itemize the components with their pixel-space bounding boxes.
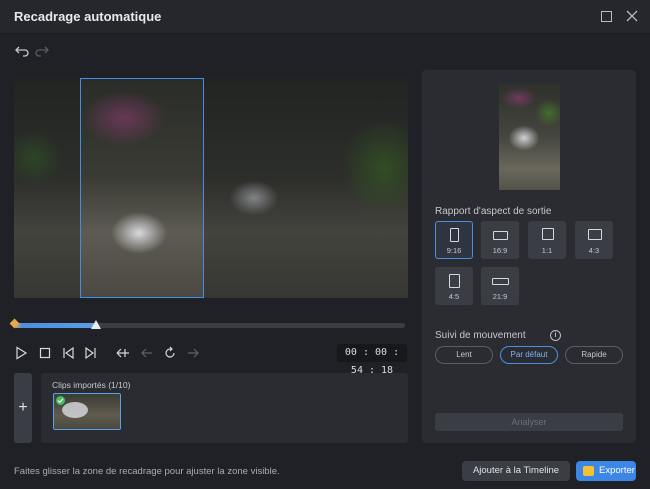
- undo-icon[interactable]: [14, 44, 30, 58]
- ratio-4-5-icon: [449, 274, 460, 288]
- check-icon: [56, 396, 65, 405]
- crop-zone[interactable]: [80, 78, 204, 298]
- next-frame-icon[interactable]: [84, 346, 98, 360]
- output-preview-thumbnail: [499, 83, 560, 190]
- ratio-4-5-button[interactable]: 4:5: [435, 267, 473, 305]
- ratio-21-9-icon: [492, 278, 509, 285]
- ratio-label: 21:9: [492, 292, 508, 301]
- aspect-ratio-label: Rapport d'aspect de sortie: [435, 206, 552, 217]
- stop-icon[interactable]: [38, 346, 52, 360]
- info-icon[interactable]: i: [550, 330, 561, 341]
- playhead-handle[interactable]: [91, 320, 102, 329]
- portrait-ratio-icon: [450, 228, 459, 242]
- ratio-16-9-button[interactable]: 16:9: [481, 221, 519, 259]
- ratio-4-3-button[interactable]: 4:3: [575, 221, 613, 259]
- window-title: Recadrage automatique: [14, 9, 162, 24]
- reset-keyframe-icon[interactable]: [163, 346, 177, 360]
- close-icon[interactable]: [625, 9, 639, 23]
- imported-clips-title: Clips importés (1/10): [52, 380, 131, 390]
- motion-fast-button[interactable]: Rapide: [565, 346, 623, 364]
- add-clip-button[interactable]: +: [14, 373, 32, 443]
- export-label: Exporter: [599, 465, 635, 476]
- crop-outside-left: [14, 78, 80, 298]
- square-ratio-icon: [542, 228, 554, 240]
- clip-thumbnail-image: [62, 402, 88, 418]
- timeline-progress: [14, 323, 97, 328]
- motion-tracking-label: Suivi de mouvement: [435, 330, 526, 341]
- video-preview: [14, 78, 408, 298]
- play-icon[interactable]: [14, 346, 28, 360]
- previous-frame-icon[interactable]: [61, 346, 75, 360]
- ratio-label: 9:16: [446, 246, 462, 255]
- analyze-button[interactable]: Analyser: [435, 413, 623, 431]
- add-to-timeline-button[interactable]: Ajouter à la Timeline: [462, 461, 570, 481]
- crop-keyframe-icon[interactable]: [116, 346, 130, 360]
- ratio-21-9-button[interactable]: 21:9: [481, 267, 519, 305]
- motion-slow-button[interactable]: Lent: [435, 346, 493, 364]
- crown-icon: [583, 466, 594, 476]
- settings-panel: Rapport d'aspect de sortie 9:16 16:9 1:1…: [422, 70, 636, 443]
- ratio-label: 4:5: [448, 292, 460, 301]
- title-bar: Recadrage automatique: [0, 0, 650, 34]
- previous-keyframe-icon[interactable]: [140, 346, 154, 360]
- ratio-label: 1:1: [541, 246, 553, 255]
- maximize-icon[interactable]: [601, 11, 612, 22]
- timecode-display: 00 : 00 : 54 : 18: [337, 344, 407, 376]
- timeline-scrubber[interactable]: [9, 318, 405, 329]
- crop-outside-right: [204, 78, 408, 298]
- clip-thumbnail[interactable]: [53, 393, 121, 430]
- ratio-label: 16:9: [492, 246, 508, 255]
- ratio-4-3-icon: [588, 229, 602, 240]
- imported-clips-panel: Clips importés (1/10): [41, 373, 408, 443]
- redo-icon[interactable]: [34, 44, 50, 58]
- footer-hint: Faites glisser la zone de recadrage pour…: [14, 466, 280, 477]
- motion-default-button[interactable]: Par défaut: [500, 346, 558, 364]
- next-keyframe-icon[interactable]: [186, 346, 200, 360]
- ratio-label: 4:3: [588, 246, 600, 255]
- ratio-1-1-button[interactable]: 1:1: [528, 221, 566, 259]
- landscape-ratio-icon: [493, 231, 508, 240]
- ratio-9-16-button[interactable]: 9:16: [435, 221, 473, 259]
- export-button[interactable]: Exporter: [576, 461, 636, 481]
